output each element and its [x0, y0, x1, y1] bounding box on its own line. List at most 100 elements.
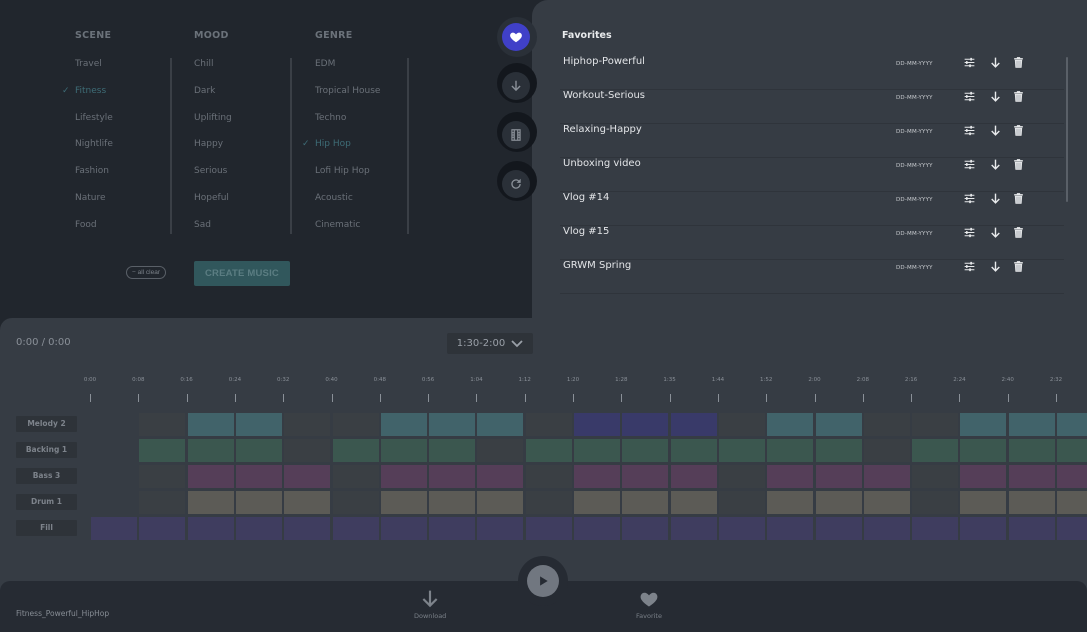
favorite-item[interactable]: Vlog #14 DD-MM-YYYY	[560, 192, 1064, 226]
favorites-scrollbar[interactable]	[1066, 57, 1068, 202]
clip-cell[interactable]	[380, 465, 427, 488]
filter-option[interactable]: Lofi Hip Hop	[315, 165, 380, 192]
clip-cell[interactable]	[1008, 413, 1055, 436]
clip-cell[interactable]	[670, 517, 717, 540]
filter-option[interactable]: Food	[75, 219, 113, 246]
empty-cell[interactable]	[863, 413, 910, 436]
sliders-icon[interactable]	[962, 225, 976, 239]
download-icon[interactable]	[988, 89, 1002, 103]
clip-cell[interactable]	[767, 465, 814, 488]
clip-cell[interactable]	[235, 439, 282, 462]
favorite-item[interactable]: GRWM Spring DD-MM-YYYY	[560, 260, 1064, 294]
create-music-button[interactable]: CREATE MUSIC	[194, 261, 290, 286]
clip-cell[interactable]	[912, 439, 959, 462]
empty-cell[interactable]	[718, 465, 765, 488]
clip-cell[interactable]	[815, 491, 862, 514]
clip-cell[interactable]	[718, 517, 765, 540]
clip-cell[interactable]	[960, 491, 1007, 514]
clip-cell[interactable]	[429, 413, 476, 436]
clip-cell[interactable]	[1057, 491, 1087, 514]
favorite-name[interactable]: Hiphop-Powerful	[563, 56, 645, 67]
filter-option[interactable]: Tropical House	[315, 85, 380, 112]
clip-cell[interactable]	[767, 491, 814, 514]
empty-cell[interactable]	[284, 439, 331, 462]
filter-option[interactable]: Fashion	[75, 165, 113, 192]
clip-cell[interactable]	[1008, 439, 1055, 462]
favorite-name[interactable]: Vlog #14	[563, 192, 609, 203]
filter-option[interactable]: Chill	[194, 58, 232, 85]
sliders-icon[interactable]	[962, 123, 976, 137]
clip-cell[interactable]	[235, 465, 282, 488]
favorite-item[interactable]: Workout-Serious DD-MM-YYYY	[560, 90, 1064, 124]
rail-refresh-button[interactable]	[502, 170, 530, 198]
filter-option[interactable]: ✓ Hip Hop	[302, 138, 380, 165]
trash-icon[interactable]	[1011, 123, 1025, 137]
empty-cell[interactable]	[912, 491, 959, 514]
clip-cell[interactable]	[767, 439, 814, 462]
filter-option[interactable]: Dark	[194, 85, 232, 112]
clip-cell[interactable]	[477, 413, 524, 436]
clip-cell[interactable]	[429, 517, 476, 540]
download-icon[interactable]	[988, 55, 1002, 69]
empty-cell[interactable]	[139, 413, 186, 436]
clip-cell[interactable]	[477, 465, 524, 488]
download-icon[interactable]	[988, 123, 1002, 137]
favorite-item[interactable]: Vlog #15 DD-MM-YYYY	[560, 226, 1064, 260]
empty-cell[interactable]	[284, 413, 331, 436]
clip-cell[interactable]	[332, 517, 379, 540]
rail-favorites-button[interactable]	[502, 23, 530, 51]
clip-cell[interactable]	[525, 439, 572, 462]
clip-cell[interactable]	[622, 413, 669, 436]
range-dropdown[interactable]: 1:30-2:00	[447, 333, 533, 354]
clip-cell[interactable]	[380, 491, 427, 514]
clip-cell[interactable]	[863, 491, 910, 514]
clip-cell[interactable]	[960, 465, 1007, 488]
clip-cell[interactable]	[187, 439, 234, 462]
clip-cell[interactable]	[429, 465, 476, 488]
clip-cell[interactable]	[622, 439, 669, 462]
clip-cell[interactable]	[960, 439, 1007, 462]
clip-cell[interactable]	[1008, 517, 1055, 540]
empty-cell[interactable]	[332, 465, 379, 488]
empty-cell[interactable]	[139, 465, 186, 488]
clip-cell[interactable]	[139, 517, 186, 540]
sliders-icon[interactable]	[962, 157, 976, 171]
empty-cell[interactable]	[525, 465, 572, 488]
clip-cell[interactable]	[670, 413, 717, 436]
empty-cell[interactable]	[332, 491, 379, 514]
download-icon[interactable]	[988, 225, 1002, 239]
clip-cell[interactable]	[670, 491, 717, 514]
favorite-name[interactable]: Vlog #15	[563, 226, 609, 237]
empty-cell[interactable]	[525, 413, 572, 436]
clip-cell[interactable]	[1057, 439, 1087, 462]
clip-cell[interactable]	[235, 491, 282, 514]
favorite-item[interactable]: Unboxing video DD-MM-YYYY	[560, 158, 1064, 192]
favorite-name[interactable]: Relaxing-Happy	[563, 124, 642, 135]
favorite-name[interactable]: Unboxing video	[563, 158, 641, 169]
clip-cell[interactable]	[1057, 465, 1087, 488]
trash-icon[interactable]	[1011, 55, 1025, 69]
track-label[interactable]: Backing 1	[16, 442, 77, 458]
clip-cell[interactable]	[91, 517, 137, 540]
clip-cell[interactable]	[815, 439, 862, 462]
clip-cell[interactable]	[187, 491, 234, 514]
track-label[interactable]: Melody 2	[16, 416, 77, 432]
download-icon[interactable]	[988, 191, 1002, 205]
clip-cell[interactable]	[622, 491, 669, 514]
filter-option[interactable]: Cinematic	[315, 219, 380, 246]
filter-option[interactable]: ✓ Fitness	[62, 85, 113, 112]
clip-cell[interactable]	[1057, 413, 1087, 436]
favorite-item[interactable]: Hiphop-Powerful DD-MM-YYYY	[560, 56, 1064, 90]
filter-option[interactable]: Travel	[75, 58, 113, 85]
clip-cell[interactable]	[187, 465, 234, 488]
favorite-item[interactable]: Relaxing-Happy DD-MM-YYYY	[560, 124, 1064, 158]
filter-option[interactable]: EDM	[315, 58, 380, 85]
clip-cell[interactable]	[622, 517, 669, 540]
clip-cell[interactable]	[1057, 517, 1087, 540]
rail-film-button[interactable]	[502, 121, 530, 149]
clip-cell[interactable]	[767, 413, 814, 436]
empty-cell[interactable]	[718, 413, 765, 436]
favorite-button[interactable]: Favorite	[636, 589, 662, 620]
clip-cell[interactable]	[718, 439, 765, 462]
trash-icon[interactable]	[1011, 191, 1025, 205]
